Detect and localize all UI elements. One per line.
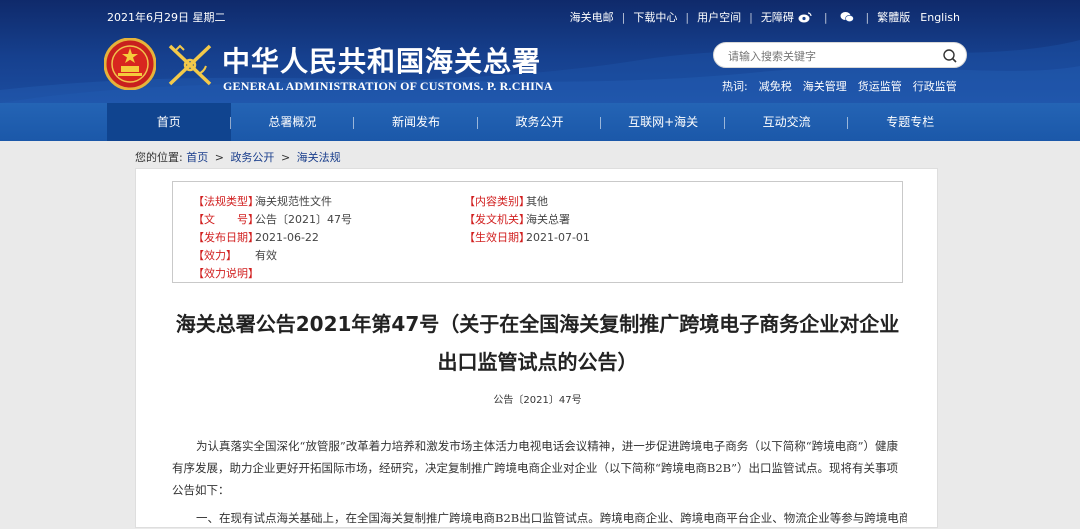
document-metadata: 【法规类型】海关规范性文件 【内容类别】其他 【文 号】公告〔2021〕47号 …: [172, 181, 903, 283]
nav-news[interactable]: 新闻发布: [354, 103, 478, 141]
nav-interaction[interactable]: 互动交流: [725, 103, 849, 141]
breadcrumb-arrow: >: [280, 151, 291, 164]
breadcrumb: 您的位置: 首页 > 政务公开 > 海关法规: [135, 149, 341, 165]
meta-type: 【法规类型】海关规范性文件: [193, 195, 332, 208]
search-icon[interactable]: [942, 48, 958, 64]
hot-word[interactable]: 货运监管: [858, 78, 902, 94]
nav-overview[interactable]: 总署概况: [231, 103, 355, 141]
breadcrumb-government-affairs[interactable]: 政务公开: [230, 151, 274, 164]
article-title: 海关总署公告2021年第47号（关于在全国海关复制推广跨境电子商务企业对企业出口…: [175, 312, 900, 374]
weibo-icon[interactable]: [798, 11, 812, 23]
article-paragraph: 一、在现有试点海关基础上，在全国海关复制推广跨境电商B2B出口监管试点。跨境电商…: [196, 511, 907, 525]
nav-home[interactable]: 首页: [107, 103, 231, 141]
breadcrumb-customs-regulations[interactable]: 海关法规: [297, 151, 341, 164]
breadcrumb-arrow: >: [214, 151, 224, 164]
hot-word[interactable]: 海关管理: [803, 78, 847, 94]
search-box: [713, 42, 967, 68]
article-paragraph: 为认真落实全国深化“放管服”改革着力培养和激发市场主体活力电视电话会议精神，进一…: [172, 439, 899, 497]
hot-word[interactable]: 行政监管: [913, 78, 957, 94]
nav-internet-customs[interactable]: 互联网+海关: [601, 103, 725, 141]
meta-publish-date: 【发布日期】2021-06-22: [193, 231, 319, 244]
user-space-link[interactable]: 用户空间: [697, 9, 741, 25]
meta-category: 【内容类别】其他: [464, 195, 548, 208]
current-date: 2021年6月29日 星期二: [107, 11, 226, 24]
article-card: 【法规类型】海关规范性文件 【内容类别】其他 【文 号】公告〔2021〕47号 …: [135, 168, 938, 528]
article-doc-number: 公告〔2021〕47号: [493, 395, 582, 406]
email-link[interactable]: 海关电邮: [570, 9, 614, 25]
customs-logo-icon: [164, 40, 216, 90]
divider: |: [621, 10, 626, 24]
site-title-english: GENERAL ADMINISTRATION OF CUSTOMS. P. R.…: [223, 79, 553, 93]
download-center-link[interactable]: 下载中心: [633, 9, 677, 25]
meta-effective-date: 【生效日期】2021-07-01: [464, 231, 590, 244]
main-nav: 首页 总署概况 新闻发布 政务公开 互联网+海关 互动交流 专题专栏: [0, 103, 1080, 141]
breadcrumb-prefix: 您的位置:: [135, 151, 183, 164]
meta-validity: 【效力】 有效: [193, 249, 277, 262]
meta-validity-note: 【效力说明】: [193, 267, 259, 280]
national-emblem-icon: [103, 37, 157, 91]
meta-doc-number: 【文 号】公告〔2021〕47号: [193, 213, 352, 226]
divider: |: [823, 10, 828, 24]
meta-issuer: 【发文机关】海关总署: [464, 213, 570, 226]
nav-special-topics[interactable]: 专题专栏: [848, 103, 972, 141]
hot-words-label: 热词:: [722, 80, 748, 93]
divider: |: [685, 10, 690, 24]
top-links: 海关电邮 | 下载中心 | 用户空间 | 无障碍 | | 繁體版 English: [570, 9, 960, 25]
site-header: 2021年6月29日 星期二 海关电邮 | 下载中心 | 用户空间 | 无障碍 …: [0, 0, 1080, 103]
accessibility-link[interactable]: 无障碍: [761, 9, 794, 25]
divider: |: [865, 10, 870, 24]
nav-government-affairs[interactable]: 政务公开: [478, 103, 602, 141]
divider: |: [749, 10, 753, 24]
site-title: 中华人民共和国海关总署: [222, 45, 542, 78]
hot-words: 热词: 减免税 海关管理 货运监管 行政监管: [722, 78, 968, 94]
traditional-chinese-link[interactable]: 繁體版: [877, 9, 910, 25]
hot-word[interactable]: 减免税: [759, 78, 792, 94]
english-link[interactable]: English: [920, 11, 960, 24]
search-input[interactable]: [728, 48, 928, 64]
breadcrumb-home[interactable]: 首页: [186, 151, 208, 164]
wechat-icon[interactable]: [840, 11, 854, 23]
